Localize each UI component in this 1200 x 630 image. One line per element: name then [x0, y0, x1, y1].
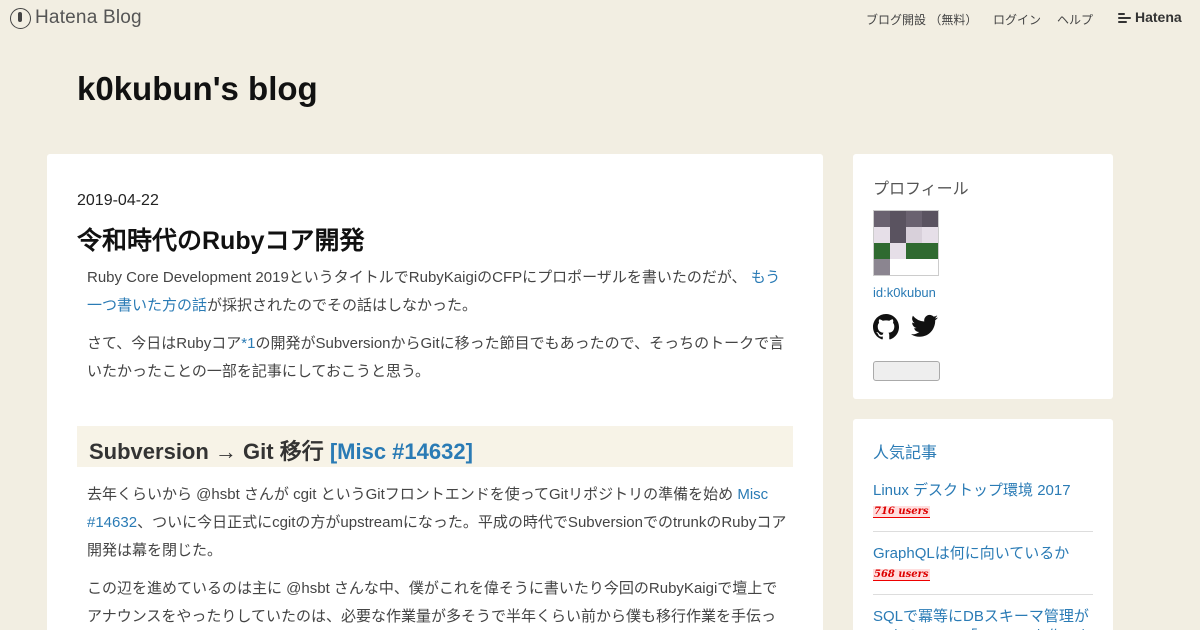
popular-heading[interactable]: 人気記事: [873, 439, 1093, 463]
global-header: Hatena Blog ブログ開設 （無料） ログイン ヘルプ Hatena: [0, 0, 1200, 37]
paragraph-text: 去年くらいから @hsbt さんが cgit というGitフロントエンドを使って…: [87, 486, 738, 503]
hatena-blog-logo[interactable]: Hatena Blog: [10, 7, 142, 29]
github-icon[interactable]: [873, 314, 900, 345]
entry-paragraph-2: さて、今日はRubyコア*1の開発がSubversionからGitに移った節目で…: [87, 330, 787, 386]
section-heading: Subversion → Git 移行 [Misc #14632]: [77, 426, 793, 467]
misc-issue-link[interactable]: [Misc #14632]: [330, 439, 473, 464]
footnote-link[interactable]: *1: [241, 335, 255, 352]
login-link[interactable]: ログイン: [993, 11, 1041, 28]
paragraph-text: が採択されたのでその話はしなかった。: [207, 297, 478, 314]
entry-paragraph-4: この辺を進めているのは主に @hsbt さんな中、僕がこれを偉そうに書いたり今回…: [87, 580, 778, 625]
blog-title[interactable]: k0kubun's blog: [77, 70, 318, 108]
twitter-icon[interactable]: [911, 314, 938, 345]
hatena-blog-logo-text: Hatena Blog: [35, 7, 142, 28]
start-blog-link[interactable]: ブログ開設 （無料）: [866, 11, 977, 28]
popular-entry-link[interactable]: GraphQLは何に向いているか: [873, 544, 1093, 564]
entry-title[interactable]: 令和時代のRubyコア開発: [77, 221, 365, 257]
popular-entry: GraphQLは何に向いているか 568 users: [873, 532, 1093, 595]
entry-article: 2019-04-22 令和時代のRubyコア開発 Ruby Core Devel…: [47, 154, 823, 630]
profile-module: プロフィール id:k0kubun: [853, 154, 1113, 399]
hatena-brand-text: Hatena: [1135, 9, 1182, 25]
bookmark-users-badge[interactable]: 716 users: [873, 506, 930, 518]
profile-heading: プロフィール: [873, 181, 969, 198]
popular-entry: Linux デスクトップ環境 2017 716 users: [873, 463, 1093, 532]
profile-id-link[interactable]: id:k0kubun: [873, 285, 1093, 300]
popular-entry: SQLで冪等にDBスキーマ管理ができるツール「sqldef」を作った: [873, 595, 1093, 630]
paragraph-text: さて、今日はRubyコア: [87, 335, 242, 352]
bookmark-users-badge[interactable]: 568 users: [873, 569, 930, 581]
entry-paragraph-3: 去年くらいから @hsbt さんが cgit というGitフロントエンドを使って…: [87, 481, 787, 565]
hatena-blog-logo-icon: [10, 7, 31, 29]
help-link[interactable]: ヘルプ: [1057, 11, 1093, 28]
popular-entry-link[interactable]: Linux デスクトップ環境 2017: [873, 481, 1093, 501]
hatena-brand-icon: [1118, 12, 1131, 23]
section-heading-text: Subversion → Git 移行: [89, 439, 330, 464]
paragraph-text: 、ついに今日正式にcgitの方がupstreamになった。平成の時代でSubve…: [87, 514, 787, 559]
paragraph-text: Ruby Core Development 2019というタイトルでRubyKa…: [87, 269, 747, 286]
popular-entries-module: 人気記事 Linux デスクトップ環境 2017 716 users Graph…: [853, 419, 1113, 630]
entry-date[interactable]: 2019-04-22: [77, 192, 159, 210]
hatena-brand-link[interactable]: Hatena: [1118, 9, 1182, 25]
avatar[interactable]: [873, 210, 939, 276]
entry-paragraph-1: Ruby Core Development 2019というタイトルでRubyKa…: [87, 264, 787, 320]
popular-entry-link[interactable]: SQLで冪等にDBスキーマ管理ができるツール「sqldef」を作った: [873, 607, 1093, 630]
subscribe-button[interactable]: [873, 361, 940, 381]
